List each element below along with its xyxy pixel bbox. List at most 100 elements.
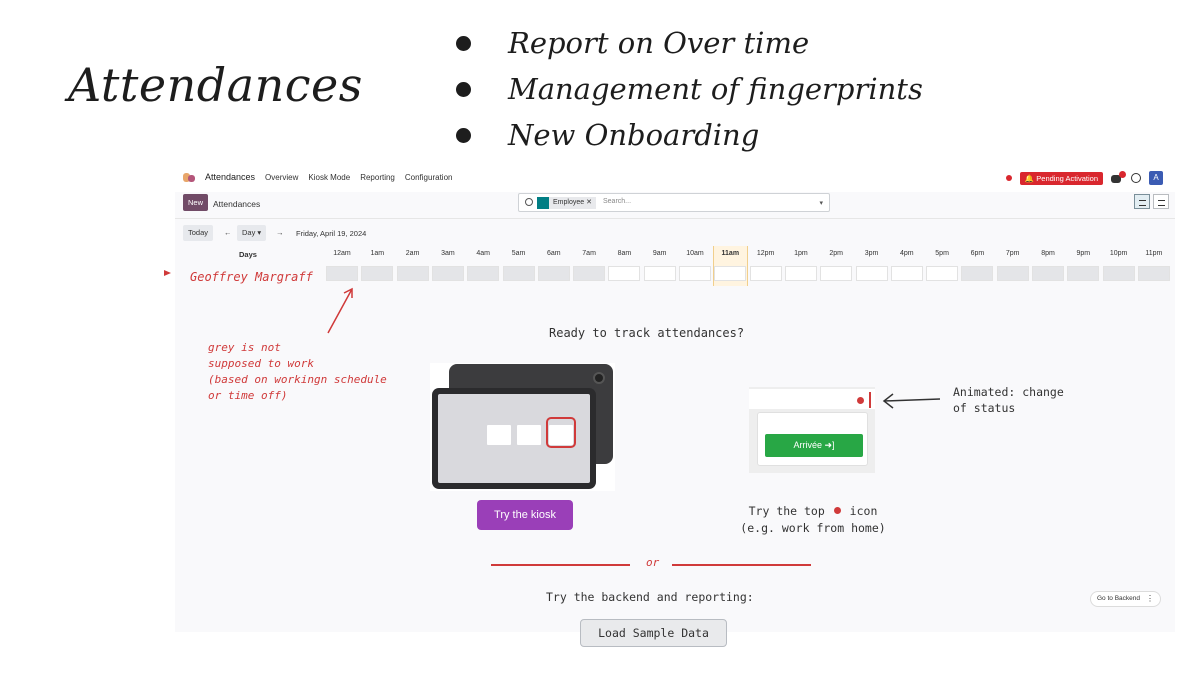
avatar[interactable]: A — [1149, 171, 1163, 185]
previous-arrow-icon[interactable]: ← — [219, 225, 237, 241]
gantt-view-icon[interactable] — [1134, 194, 1150, 209]
hour-label: 11pm — [1145, 250, 1163, 257]
divider-left — [491, 564, 630, 566]
app-name[interactable]: Attendances — [205, 172, 255, 182]
slide-title: Attendances — [68, 58, 363, 112]
gantt-cell[interactable] — [1032, 266, 1064, 281]
gantt-cell[interactable] — [1067, 266, 1100, 281]
more-options-icon[interactable]: ⋮ — [1146, 592, 1154, 606]
gantt-cell[interactable] — [679, 266, 711, 281]
hour-label: 7pm — [1005, 250, 1020, 257]
bullet-dot-icon — [456, 36, 471, 51]
gantt-cell[interactable] — [643, 266, 676, 281]
status-cursor — [869, 392, 871, 408]
gantt-cell[interactable] — [396, 266, 429, 281]
note-line: (based on workingn schedule — [208, 373, 387, 386]
employee-name[interactable]: Geoffrey Margraff — [190, 270, 313, 284]
hour-label: 12pm — [756, 250, 775, 257]
attendances-app-icon[interactable] — [183, 171, 195, 183]
gantt-chart: Days 12am 1am 2am 3am 4am 5am 6am 7am 8am 9am 10am… — [175, 244, 1175, 286]
arrivee-button[interactable]: Arrivée ➜] — [765, 434, 863, 457]
gantt-cell[interactable] — [820, 266, 853, 281]
bullet-dot-icon — [456, 128, 471, 143]
chat-icon[interactable] — [1111, 171, 1126, 183]
attendance-status-dot-icon[interactable] — [1005, 175, 1012, 181]
note-line: or time off) — [208, 389, 288, 402]
gantt-cell[interactable] — [467, 266, 500, 281]
bullet-text: New Onboarding — [508, 118, 760, 152]
hour-label: 9pm — [1076, 250, 1091, 257]
hour-label: 3pm — [864, 250, 879, 257]
today-button[interactable]: Today — [183, 225, 214, 241]
chevron-down-icon[interactable]: ▾ — [819, 199, 823, 207]
gantt-cell[interactable] — [926, 266, 959, 281]
current-date: Friday, April 19, 2024 — [296, 229, 367, 238]
hour-label: 8pm — [1041, 250, 1055, 257]
search-bar[interactable]: Employee ✕ Search... ▾ — [518, 193, 830, 212]
feature-bullet-list: Report on Over time Management of finger… — [452, 20, 923, 158]
or-separator: or — [646, 556, 660, 569]
hour-label: 5pm — [935, 250, 949, 257]
gantt-cell[interactable] — [1137, 266, 1170, 281]
list-view-icon[interactable] — [1153, 194, 1169, 209]
hour-label: 2pm — [829, 250, 843, 257]
kiosk-option-card — [517, 425, 541, 445]
hour-label: 4pm — [899, 250, 914, 257]
kiosk-option-card — [487, 425, 511, 445]
gantt-cell[interactable] — [573, 266, 606, 281]
row-pointer-icon — [164, 270, 171, 276]
bullet-text: Management of fingerprints — [508, 72, 923, 106]
bullet-dot-icon — [456, 82, 471, 97]
gantt-cell[interactable] — [608, 266, 641, 281]
top-navbar: Attendances Overview Kiosk Mode Reportin… — [175, 162, 1175, 192]
gantt-cell[interactable] — [1102, 266, 1135, 281]
gantt-cell[interactable] — [714, 266, 747, 281]
breadcrumb: Attendances — [213, 199, 261, 209]
hour-label: 10am — [686, 250, 704, 257]
gantt-cell[interactable] — [855, 266, 888, 281]
menu-overview[interactable]: Overview — [265, 173, 298, 182]
onboarding-heading: Ready to track attendances? — [549, 326, 745, 340]
gantt-toolbar: Today ← Day ▾ → Friday, April 19, 2024 — [175, 218, 1175, 244]
control-panel: New Attendances Employee ✕ Search... ▾ — [175, 192, 1175, 218]
gantt-cell[interactable] — [326, 266, 358, 281]
menu-configuration[interactable]: Configuration — [405, 173, 453, 182]
hour-label: 1am — [370, 250, 385, 257]
new-button[interactable]: New — [183, 194, 209, 211]
status-dot-icon — [857, 397, 864, 404]
hour-label: 7am — [582, 250, 596, 257]
gantt-cell[interactable] — [431, 266, 464, 281]
gantt-cell[interactable] — [890, 266, 923, 281]
next-arrow-icon[interactable]: → — [271, 225, 289, 241]
clock-icon[interactable] — [1131, 173, 1141, 183]
pending-activation-button[interactable]: 🔔 Pending Activation — [1019, 171, 1103, 185]
gantt-cell[interactable] — [537, 266, 570, 281]
hour-label: 6am — [546, 250, 561, 257]
menu-reporting[interactable]: Reporting — [360, 173, 395, 182]
gantt-cell[interactable] — [502, 266, 535, 281]
gantt-cell[interactable] — [749, 266, 782, 281]
try-kiosk-button[interactable]: Try the kiosk — [477, 500, 573, 530]
scale-dropdown[interactable]: Day ▾ — [237, 225, 267, 241]
bullet-item: Report on Over time — [452, 20, 923, 66]
hour-label: 12am — [333, 250, 351, 257]
days-header: Days — [239, 250, 257, 259]
gantt-cell[interactable] — [996, 266, 1029, 281]
view-switcher — [1134, 194, 1169, 209]
hour-label: 4am — [476, 250, 490, 257]
gantt-cell[interactable] — [361, 266, 394, 281]
search-input[interactable]: Search... — [603, 198, 631, 205]
hour-label: 3am — [441, 250, 455, 257]
gantt-cell[interactable] — [784, 266, 817, 281]
main-menu: Attendances Overview Kiosk Mode Reportin… — [183, 171, 452, 183]
hour-label: 8am — [617, 250, 632, 257]
grey-slot-note: grey is not supposed to work (based on w… — [208, 340, 387, 404]
note-line: (e.g. work from home) — [740, 521, 886, 535]
hour-label: 6pm — [970, 250, 985, 257]
go-to-backend-button[interactable]: Go to Backend ⋮ — [1090, 591, 1161, 607]
gantt-cell[interactable] — [961, 266, 994, 281]
menu-kiosk-mode[interactable]: Kiosk Mode — [308, 173, 350, 182]
search-facet-employee[interactable]: Employee ✕ — [537, 197, 596, 209]
note-text: icon — [849, 504, 878, 518]
load-sample-data-button[interactable]: Load Sample Data — [580, 619, 727, 647]
